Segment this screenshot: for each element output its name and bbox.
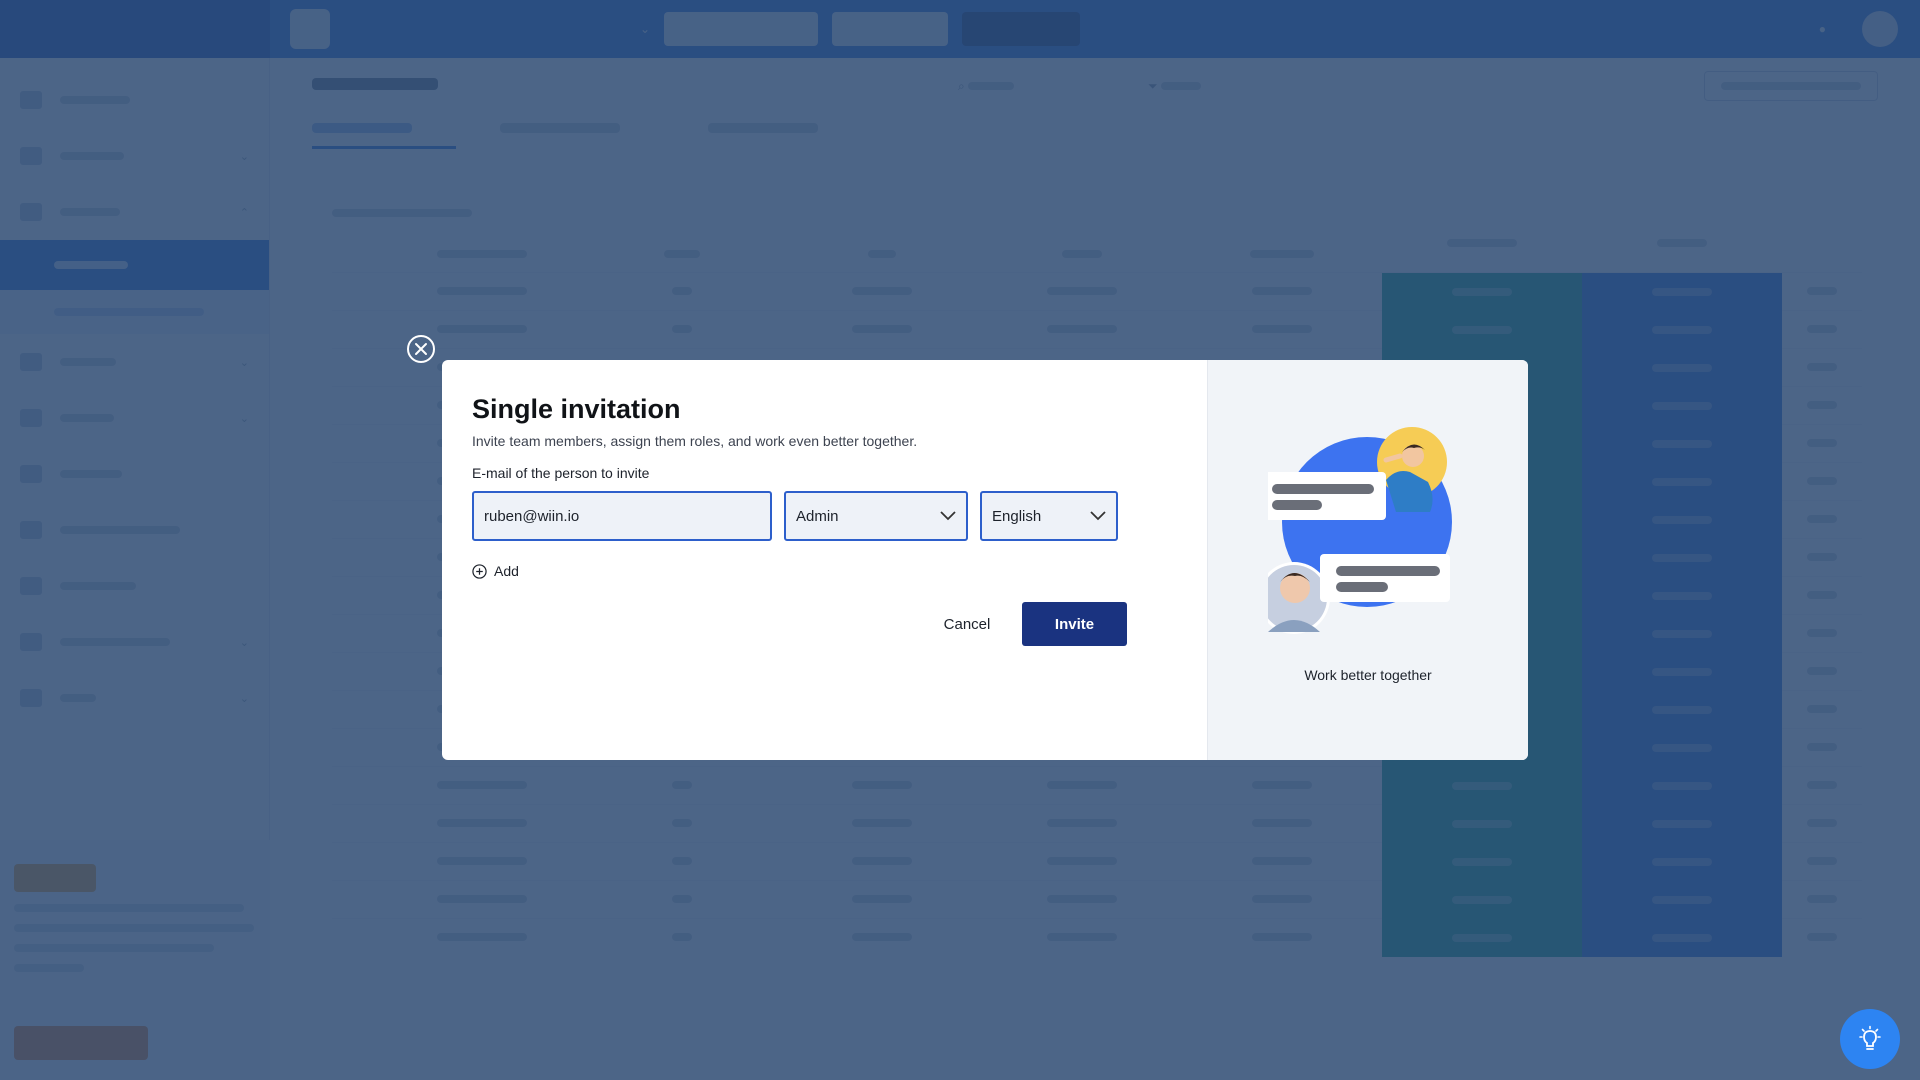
close-modal-button[interactable] <box>407 335 435 363</box>
modal-form-panel: Single invitation Invite team members, a… <box>442 360 1207 760</box>
team-illustration <box>1268 427 1452 634</box>
role-select-value: Admin <box>796 507 839 525</box>
language-select[interactable]: English <box>980 491 1118 541</box>
language-select-value: English <box>992 507 1042 525</box>
invite-modal: Single invitation Invite team members, a… <box>442 360 1528 760</box>
add-label: Add <box>494 563 519 579</box>
invite-input-row: Admin English <box>472 491 1177 541</box>
role-select[interactable]: Admin <box>784 491 968 541</box>
modal-title: Single invitation <box>472 394 681 424</box>
lightbulb-icon <box>1859 1025 1881 1050</box>
cancel-button[interactable]: Cancel <box>922 602 1012 646</box>
chevron-down-icon <box>1090 511 1106 521</box>
modal-illustration-panel: Work better together <box>1207 360 1528 760</box>
chevron-down-icon <box>940 511 956 521</box>
help-button[interactable] <box>1840 1009 1900 1069</box>
illustration-caption: Work better together <box>1304 667 1432 683</box>
close-icon <box>415 343 427 355</box>
add-invitee-button[interactable]: Add <box>472 563 532 579</box>
email-field[interactable] <box>472 491 772 541</box>
plus-circle-icon <box>472 563 487 579</box>
modal-subtitle: Invite team members, assign them roles, … <box>472 433 918 449</box>
email-label: E-mail of the person to invite <box>472 465 650 481</box>
invite-button[interactable]: Invite <box>1022 602 1127 646</box>
